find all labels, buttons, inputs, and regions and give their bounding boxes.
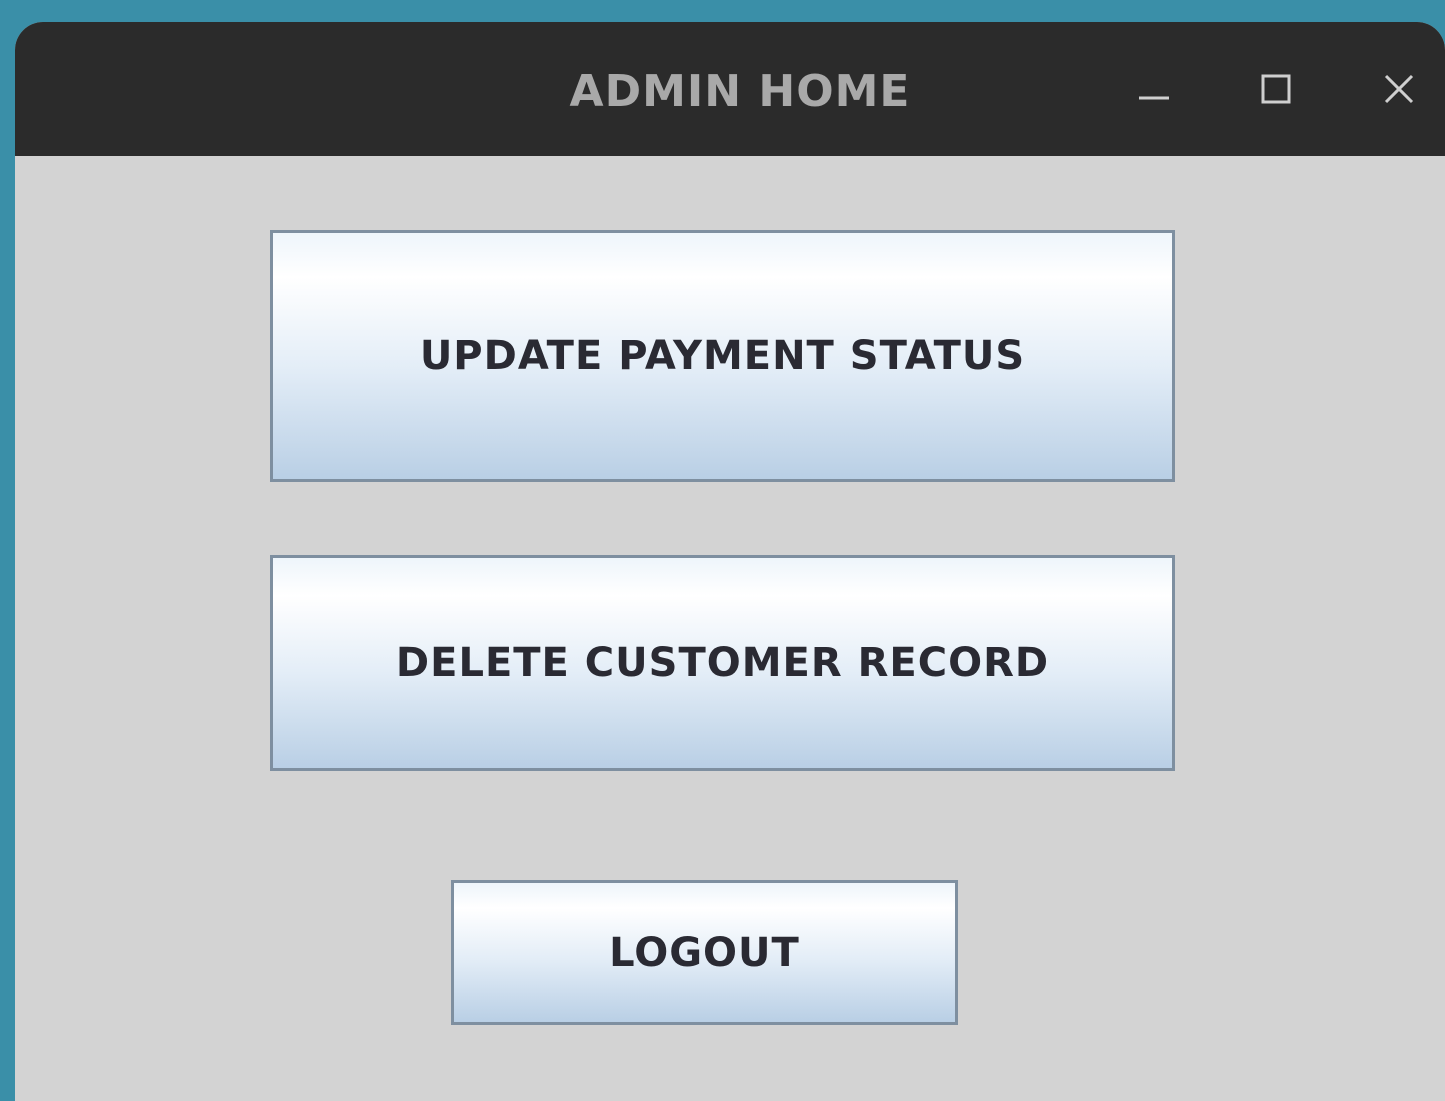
minimize-button[interactable] <box>1123 62 1183 122</box>
delete-customer-record-button[interactable]: DELETE CUSTOMER RECORD <box>270 555 1175 771</box>
update-payment-status-button[interactable]: UPDATE PAYMENT STATUS <box>270 230 1175 482</box>
title-bar[interactable]: ADMIN HOME <box>15 22 1445 156</box>
minimize-icon <box>1123 62 1183 122</box>
maximize-button[interactable] <box>1246 62 1306 122</box>
maximize-icon <box>1246 62 1306 122</box>
delete-customer-record-label: DELETE CUSTOMER RECORD <box>395 640 1050 686</box>
logout-label: LOGOUT <box>609 929 800 976</box>
admin-home-window: ADMIN HOME UPDATE PAYMENT STATUS DELETE … <box>15 22 1445 1101</box>
window-title: ADMIN HOME <box>569 66 911 117</box>
update-payment-status-label: UPDATE PAYMENT STATUS <box>419 333 1026 379</box>
close-button[interactable] <box>1369 62 1429 122</box>
logout-button[interactable]: LOGOUT <box>451 880 958 1025</box>
close-icon <box>1369 62 1429 122</box>
